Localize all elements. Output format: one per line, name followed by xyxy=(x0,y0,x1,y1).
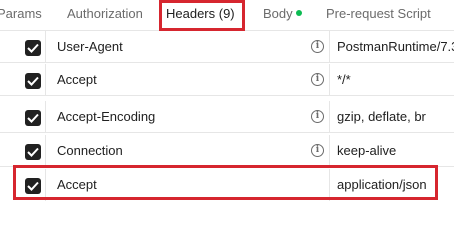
headers-tab-highlight xyxy=(159,0,245,31)
header-value: keep-alive xyxy=(337,143,397,158)
info-icon[interactable]: i xyxy=(311,144,324,157)
header-key: Accept xyxy=(57,72,97,87)
value-cell[interactable]: gzip, deflate, br xyxy=(330,101,454,132)
tab-authorization[interactable]: Authorization xyxy=(67,6,143,22)
checkmark-icon xyxy=(27,43,39,53)
checkbox-cell xyxy=(0,64,46,95)
value-cell[interactable]: PostmanRuntime/7.3 xyxy=(330,31,454,62)
checkbox-cell xyxy=(0,101,46,132)
key-cell[interactable]: User-Agent i xyxy=(46,31,330,62)
header-key: Connection xyxy=(57,143,123,158)
tab-body-label: Body xyxy=(263,6,293,21)
info-icon[interactable]: i xyxy=(311,73,324,86)
header-key: User-Agent xyxy=(57,39,123,54)
table-row: Accept-Encoding i gzip, deflate, br xyxy=(0,101,454,133)
tab-body[interactable]: Body xyxy=(263,6,302,22)
table-row: User-Agent i PostmanRuntime/7.3 xyxy=(0,31,454,63)
row-checkbox[interactable] xyxy=(25,144,41,160)
tab-pre-request-script[interactable]: Pre-request Script xyxy=(326,6,431,22)
checkbox-cell xyxy=(0,135,46,166)
body-modified-dot-icon xyxy=(295,10,302,16)
accept-json-row-highlight xyxy=(13,165,438,200)
key-cell[interactable]: Accept-Encoding i xyxy=(46,101,330,132)
key-cell[interactable]: Accept i xyxy=(46,64,330,95)
header-value: */* xyxy=(337,72,351,87)
checkbox-cell xyxy=(0,31,46,62)
table-row: Connection i keep-alive xyxy=(0,135,454,167)
header-key: Accept-Encoding xyxy=(57,109,156,124)
info-icon[interactable]: i xyxy=(311,40,324,53)
checkmark-icon xyxy=(27,76,39,86)
value-cell[interactable]: */* xyxy=(330,64,454,95)
row-checkbox[interactable] xyxy=(25,40,41,56)
tab-params[interactable]: Params xyxy=(0,6,42,22)
row-checkbox[interactable] xyxy=(25,110,41,126)
table-row: Accept i */* xyxy=(0,64,454,96)
key-cell[interactable]: Connection i xyxy=(46,135,330,166)
header-value: PostmanRuntime/7.3 xyxy=(337,39,454,54)
checkmark-icon xyxy=(27,147,39,157)
row-checkbox[interactable] xyxy=(25,73,41,89)
value-cell[interactable]: keep-alive xyxy=(330,135,454,166)
header-value: gzip, deflate, br xyxy=(337,109,426,124)
info-icon[interactable]: i xyxy=(311,110,324,123)
checkmark-icon xyxy=(27,113,39,123)
